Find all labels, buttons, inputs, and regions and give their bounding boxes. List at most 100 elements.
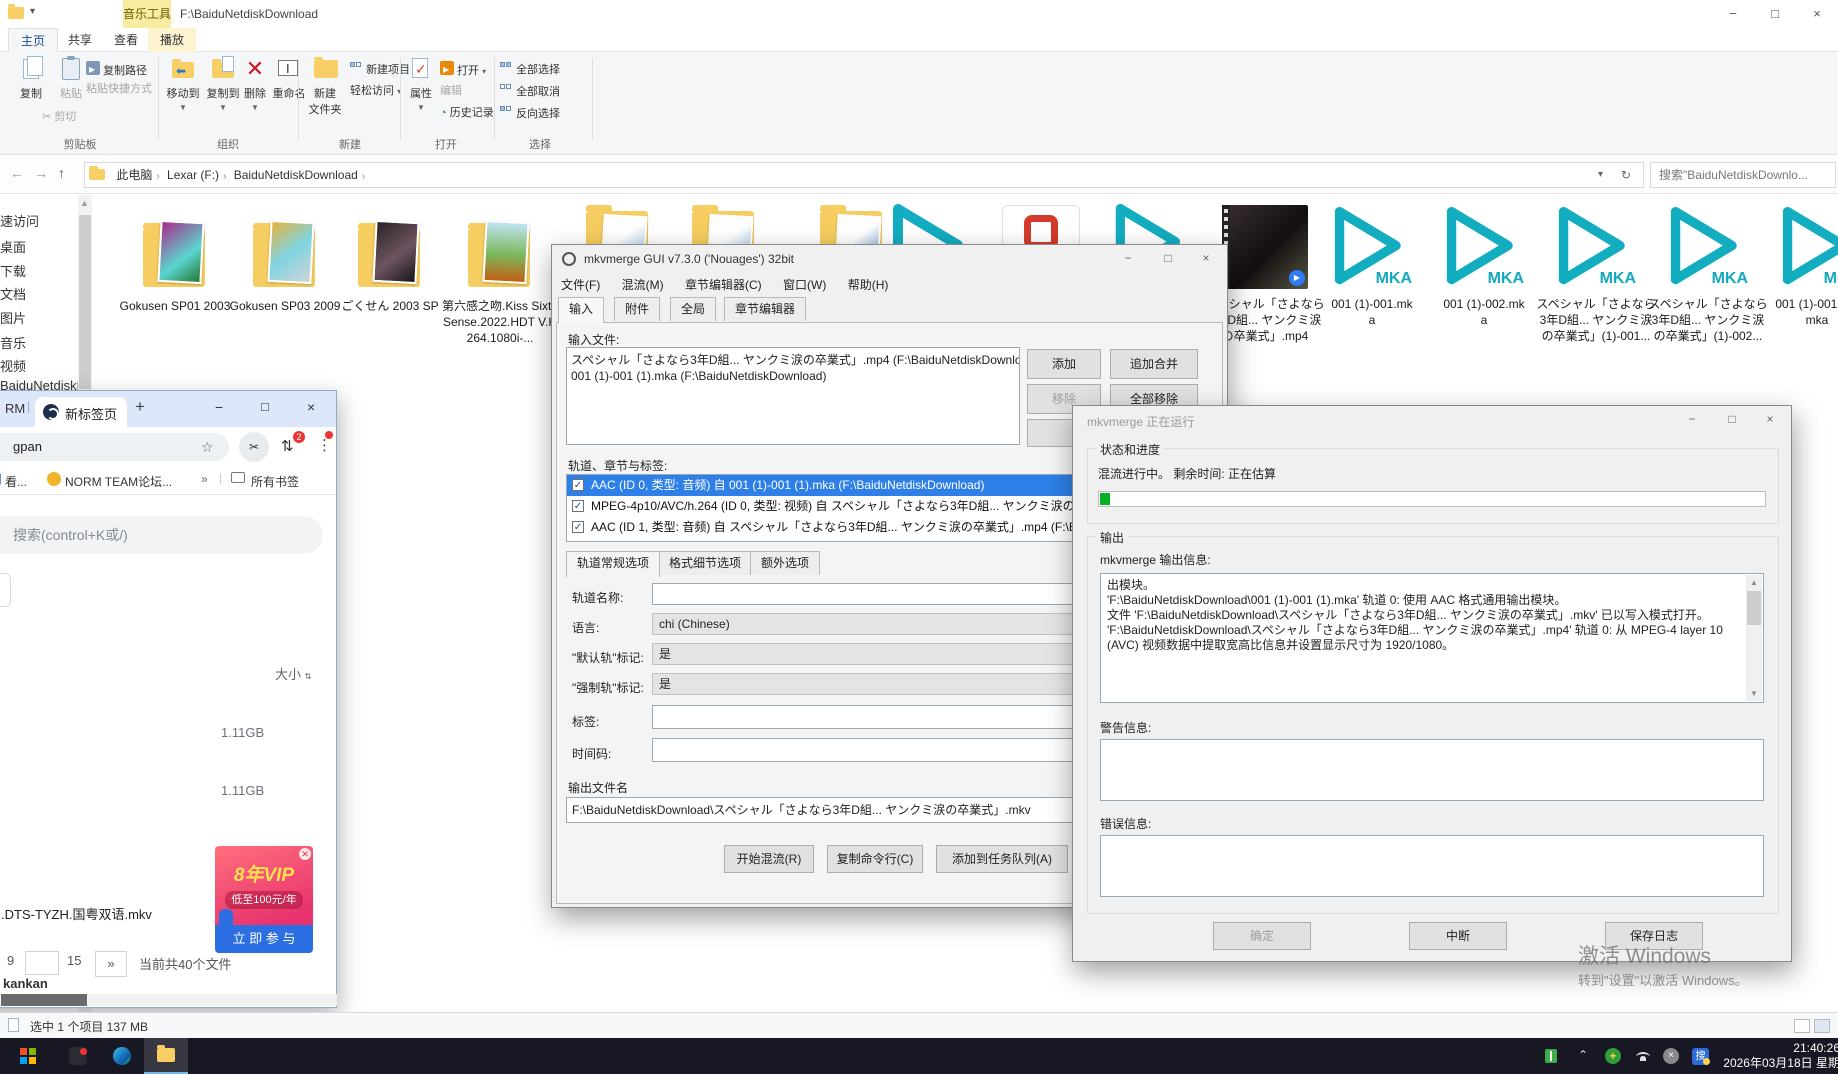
scrollbar-thumb[interactable] — [1, 994, 87, 1006]
select-all-button[interactable]: 全部选择 — [500, 60, 560, 78]
track-checkbox[interactable]: ✓ — [572, 479, 584, 491]
view-thumbnails-toggle[interactable] — [1814, 1019, 1830, 1033]
music-tools-contextual-tab[interactable]: 音乐工具 — [123, 0, 171, 28]
breadcrumb-drive[interactable]: Lexar (F:) — [163, 163, 223, 187]
explorer-minimize-button[interactable]: − — [1712, 0, 1754, 28]
sidebar-item-pictures[interactable]: 图片 — [0, 308, 78, 327]
open-button[interactable]: 打开 ▾ — [440, 60, 486, 78]
refresh-icon[interactable]: ↻ — [1621, 163, 1631, 187]
bookmark-item-2[interactable]: NORM TEAM论坛... — [65, 473, 195, 490]
sidebar-item-quick-access[interactable]: 速访问 — [0, 211, 78, 230]
quick-access-folder-icon[interactable] — [8, 7, 24, 19]
abort-button[interactable]: 中断 — [1409, 922, 1507, 950]
taskbar-app-dark[interactable] — [56, 1038, 100, 1074]
download-sort-icon[interactable]: ⇅ — [281, 437, 294, 455]
log-box[interactable]: 出模块。 'F:\BaiduNetdiskDownload\001 (1)-00… — [1100, 573, 1764, 703]
mkvmerge-minimize-button[interactable]: − — [1109, 245, 1147, 271]
input-files-box[interactable]: スペシャル「さよなら3年D組... ヤンクミ涙の卒業式」.mp4 (F:\Bai… — [566, 347, 1020, 445]
properties-button[interactable]: 属性▼ — [406, 56, 436, 113]
forward-icon[interactable]: → — [34, 165, 48, 181]
tray-expand-icon[interactable]: ⌃ — [1574, 1048, 1592, 1064]
bookmark-item-1[interactable]: 看... — [5, 473, 27, 490]
usb-tray-icon[interactable] — [1542, 1048, 1560, 1064]
file-item-mka-partial[interactable] — [1113, 203, 1191, 244]
menu-window[interactable]: 窗口(W) — [774, 273, 835, 297]
invert-selection-button[interactable]: 反向选择 — [500, 104, 560, 122]
tab-home[interactable]: 主页 — [8, 28, 58, 52]
browser-hscrollbar[interactable] — [0, 994, 337, 1006]
omnibox[interactable]: gpan ☆ — [0, 433, 229, 461]
explorer-close-button[interactable]: × — [1796, 0, 1838, 28]
ad-cta-button[interactable]: 立 即 参 与 — [215, 925, 313, 953]
page-next-button[interactable]: » — [95, 951, 127, 977]
log-scrollbar[interactable]: ▲▼ — [1746, 575, 1762, 701]
all-bookmarks-button[interactable]: 所有书签 — [251, 473, 299, 490]
tab-attachments[interactable]: 附件 — [614, 297, 660, 321]
taskbar-browser[interactable] — [100, 1038, 144, 1074]
bookmarks-overflow-icon[interactable]: » — [201, 472, 208, 486]
start-button[interactable] — [6, 1038, 50, 1074]
page-search-input[interactable]: 搜索(control+K或/) — [0, 516, 323, 554]
bookmark-star-icon[interactable]: ☆ — [201, 433, 214, 461]
rename-button[interactable]: 重命名 — [272, 56, 306, 101]
menu-chapter-editor[interactable]: 章节编辑器(C) — [676, 273, 771, 297]
browser-close-button[interactable]: × — [307, 399, 315, 415]
copy-to-button[interactable]: 复制到▼ — [204, 56, 242, 113]
network-tray-icon[interactable] — [1634, 1048, 1652, 1064]
explorer-maximize-button[interactable]: □ — [1754, 0, 1796, 28]
new-folder-button[interactable]: 新建文件夹 — [306, 56, 344, 117]
browser-maximize-button[interactable]: □ — [261, 399, 269, 414]
menu-muxing[interactable]: 混流(M) — [613, 273, 673, 297]
taskbar-active-app[interactable] — [144, 1038, 188, 1074]
new-tab-button[interactable]: + — [135, 397, 145, 417]
sidebar-item-desktop[interactable]: 桌面 — [0, 237, 78, 256]
partial-button[interactable] — [0, 573, 11, 607]
page-input[interactable] — [25, 951, 59, 975]
view-details-toggle[interactable] — [1794, 1019, 1810, 1033]
history-button[interactable]: ◔ 历史记录 — [440, 104, 494, 122]
move-to-button[interactable]: ⬅ 移动到▼ — [164, 56, 202, 113]
tab-input[interactable]: 输入 — [558, 297, 604, 323]
append-button[interactable]: 追加合并 — [1110, 349, 1198, 379]
file-item-folder-partial[interactable] — [820, 205, 888, 244]
progress-close-button[interactable]: × — [1751, 406, 1789, 432]
start-muxing-button[interactable]: 开始混流(R) — [724, 845, 814, 873]
tab-track-extra[interactable]: 额外选项 — [750, 551, 820, 575]
mkvmerge-maximize-button[interactable]: □ — [1149, 245, 1187, 271]
file-item-folder-partial[interactable] — [692, 205, 760, 244]
ok-button[interactable]: 确定 — [1213, 922, 1311, 950]
browser-minimize-button[interactable]: − — [215, 399, 223, 415]
ad-close-icon[interactable]: ✕ — [299, 848, 311, 860]
size-column-header[interactable]: 大小 ⇅ — [275, 664, 311, 683]
add-button[interactable]: 添加 — [1027, 349, 1101, 379]
delete-button[interactable]: ✕ 删除▼ — [240, 56, 270, 113]
track-checkbox[interactable]: ✓ — [572, 521, 584, 533]
copy-button[interactable]: 复制 — [12, 56, 50, 101]
copy-command-button[interactable]: 复制命令行(C) — [827, 845, 923, 873]
mkvmerge-close-button[interactable]: × — [1187, 245, 1225, 271]
clip-tool-icon[interactable]: ✂ — [239, 432, 269, 462]
browser-tab-left[interactable]: RM — [5, 401, 25, 416]
tab-share[interactable]: 共享 — [56, 28, 104, 52]
ad-banner[interactable]: ✕ 8年VIP 低至100元/年 立 即 参 与 — [215, 846, 313, 953]
copy-path-button[interactable]: 复制路径 — [86, 60, 147, 78]
paste-shortcut-button[interactable]: 粘贴快捷方式 — [86, 80, 152, 98]
add-to-queue-button[interactable]: 添加到任务队列(A) — [936, 845, 1068, 873]
errors-box[interactable] — [1100, 835, 1764, 897]
breadcrumb[interactable]: 此电脑› Lexar (F:)› BaiduNetdiskDownload› ▾… — [84, 162, 1644, 188]
tab-chapter-editor[interactable]: 章节编辑器 — [724, 297, 806, 321]
warnings-box[interactable] — [1100, 739, 1764, 801]
track-checkbox[interactable]: ✓ — [572, 500, 584, 512]
file-item-mka-partial[interactable] — [890, 203, 975, 244]
cut-button[interactable]: ✂ 剪切 — [42, 108, 76, 126]
menu-help[interactable]: 帮助(H) — [839, 273, 898, 297]
sidebar-item-downloads[interactable]: 下载 — [0, 261, 78, 280]
tab-view[interactable]: 查看 — [102, 28, 150, 52]
close-x-tray-icon[interactable]: × — [1662, 1048, 1680, 1064]
sidebar-item-documents[interactable]: 文档 — [0, 284, 78, 303]
input-file-row[interactable]: スペシャル「さよなら3年D組... ヤンクミ涙の卒業式」.mp4 (F:\Bai… — [567, 348, 1019, 368]
progress-maximize-button[interactable]: □ — [1713, 406, 1751, 432]
breadcrumb-folder[interactable]: BaiduNetdiskDownload — [230, 163, 362, 187]
menu-file[interactable]: 文件(F) — [552, 273, 609, 297]
sidebar-item-videos[interactable]: 视频 — [0, 356, 78, 375]
